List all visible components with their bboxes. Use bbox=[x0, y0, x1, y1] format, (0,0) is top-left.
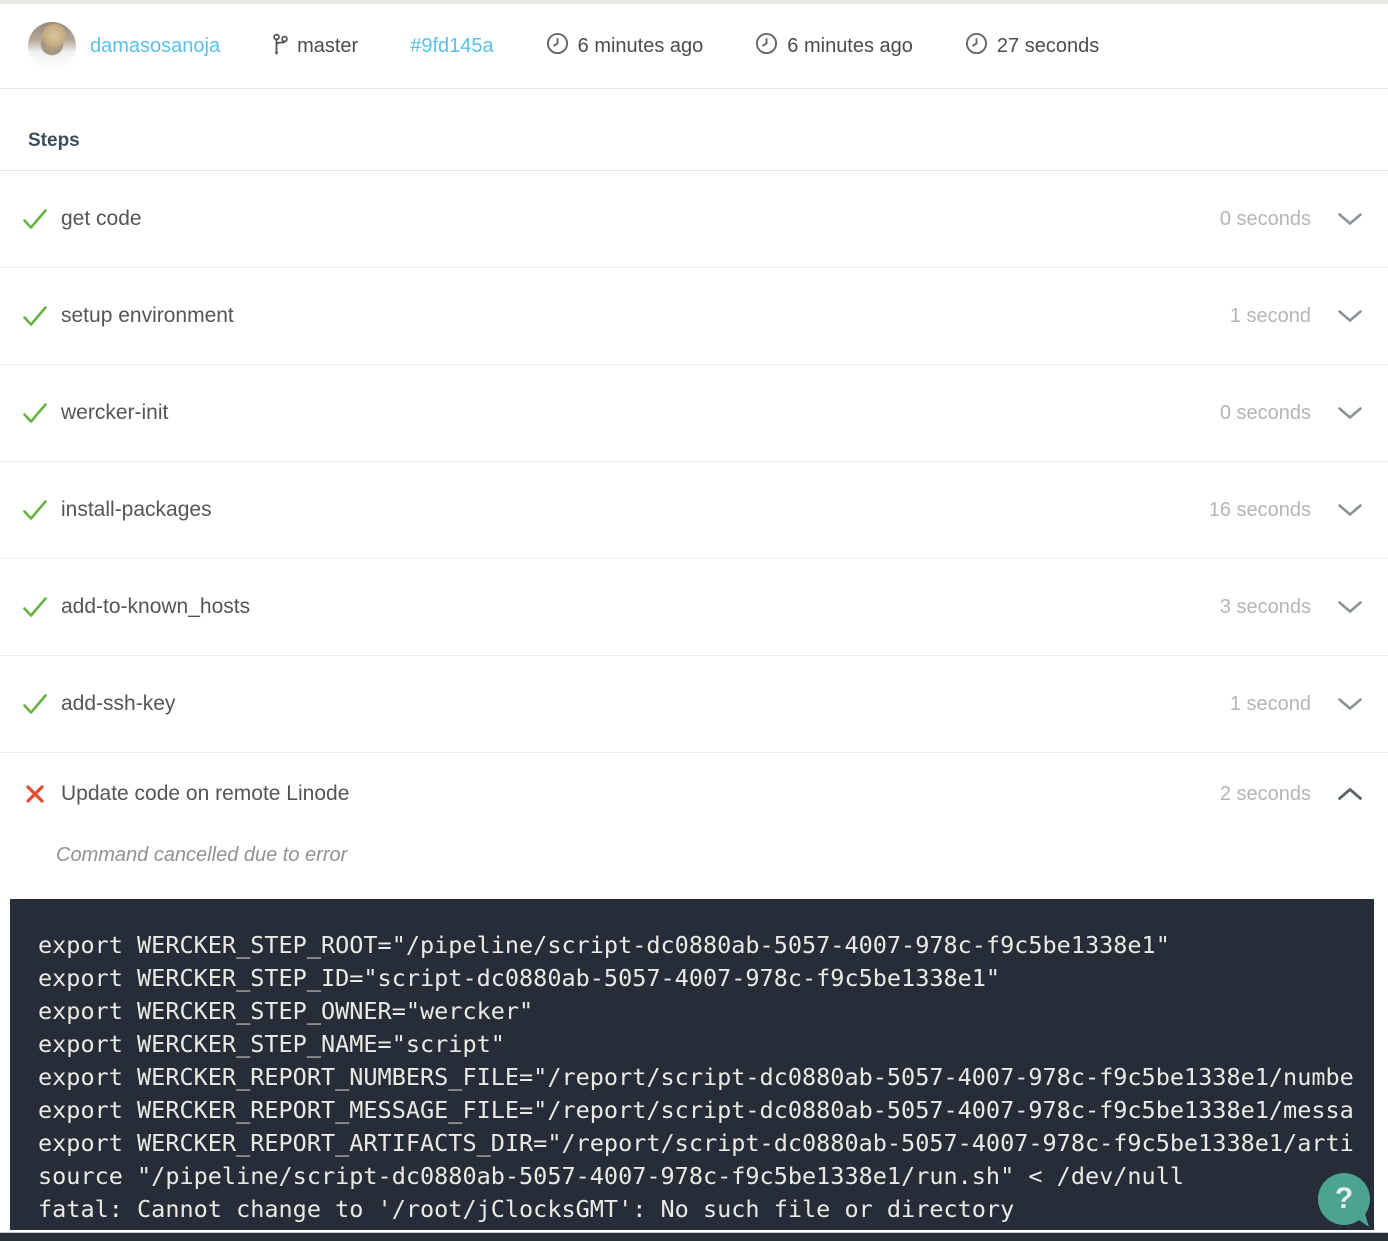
console-line: export WERCKER_STEP_NAME="script" bbox=[38, 1028, 1374, 1061]
console-line: export WERCKER_STEP_ID="script-dc0880ab-… bbox=[38, 962, 1374, 995]
step-row[interactable]: add-to-known_hosts 3 seconds bbox=[0, 559, 1388, 656]
chevron-up-icon[interactable] bbox=[1337, 787, 1363, 801]
success-check-icon bbox=[22, 499, 48, 521]
success-check-icon bbox=[22, 693, 48, 715]
chevron-down-icon[interactable] bbox=[1337, 503, 1363, 517]
finished-time: 6 minutes ago bbox=[755, 32, 913, 60]
step-row[interactable]: setup environment 1 second bbox=[0, 268, 1388, 365]
step-name: add-ssh-key bbox=[61, 692, 175, 716]
console-line: export WERCKER_REPORT_NUMBERS_FILE="/rep… bbox=[38, 1061, 1374, 1094]
clock-icon bbox=[965, 32, 988, 60]
username-link[interactable]: damasosanoja bbox=[90, 35, 220, 58]
step-duration: 0 seconds bbox=[1220, 402, 1311, 425]
steps-section-title: Steps bbox=[0, 89, 1388, 171]
commit-author[interactable]: damasosanoja bbox=[90, 35, 220, 58]
build-header: damasosanoja master #9fd145a bbox=[0, 4, 1388, 89]
step-duration: 3 seconds bbox=[1220, 596, 1311, 619]
step-name: Update code on remote Linode bbox=[61, 782, 349, 806]
step-duration: 1 second bbox=[1230, 693, 1311, 716]
created-time-label: 6 minutes ago bbox=[578, 35, 704, 58]
commit-hash-link[interactable]: #9fd145a bbox=[410, 35, 493, 58]
step-duration: 1 second bbox=[1230, 305, 1311, 328]
clock-icon bbox=[546, 32, 569, 60]
console-line: fatal: Cannot change to '/root/jClocksGM… bbox=[38, 1193, 1374, 1226]
clock-icon bbox=[755, 32, 778, 60]
branch-name: master bbox=[297, 35, 358, 58]
steps-list: get code 0 seconds setup environment 1 seco… bbox=[0, 171, 1388, 835]
failed-x-icon bbox=[22, 784, 48, 804]
build-page: damasosanoja master #9fd145a bbox=[0, 0, 1388, 1241]
step-row[interactable]: wercker-init 0 seconds bbox=[0, 365, 1388, 462]
total-duration: 27 seconds bbox=[965, 32, 1099, 60]
step-name: setup environment bbox=[61, 304, 234, 328]
bottom-bar bbox=[0, 1232, 1388, 1241]
step-row[interactable]: add-ssh-key 1 second bbox=[0, 656, 1388, 753]
console-line: source "/pipeline/script-dc0880ab-5057-4… bbox=[38, 1160, 1374, 1193]
question-mark-icon: ? bbox=[1335, 1182, 1353, 1216]
chevron-down-icon[interactable] bbox=[1337, 309, 1363, 323]
step-row[interactable]: Update code on remote Linode 2 seconds bbox=[0, 753, 1388, 835]
console-line: export WERCKER_REPORT_ARTIFACTS_DIR="/re… bbox=[38, 1127, 1374, 1160]
step-name: get code bbox=[61, 207, 142, 231]
chevron-down-icon[interactable] bbox=[1337, 406, 1363, 420]
chevron-down-icon[interactable] bbox=[1337, 212, 1363, 226]
success-check-icon bbox=[22, 402, 48, 424]
success-check-icon bbox=[22, 208, 48, 230]
step-duration: 0 seconds bbox=[1220, 208, 1311, 231]
git-branch-icon bbox=[272, 31, 288, 62]
step-duration: 2 seconds bbox=[1220, 783, 1311, 806]
finished-time-label: 6 minutes ago bbox=[787, 35, 913, 58]
avatar[interactable] bbox=[28, 22, 76, 70]
success-check-icon bbox=[22, 305, 48, 327]
step-name: wercker-init bbox=[61, 401, 168, 425]
chevron-down-icon[interactable] bbox=[1337, 600, 1363, 614]
branch-info: master bbox=[272, 31, 358, 62]
step-row[interactable]: get code 0 seconds bbox=[0, 171, 1388, 268]
commit-info[interactable]: #9fd145a bbox=[410, 35, 493, 58]
created-time: 6 minutes ago bbox=[546, 32, 704, 60]
step-row[interactable]: install-packages 16 seconds bbox=[0, 462, 1388, 559]
chevron-down-icon[interactable] bbox=[1337, 697, 1363, 711]
help-button[interactable]: ? bbox=[1318, 1173, 1370, 1225]
success-check-icon bbox=[22, 596, 48, 618]
console-output[interactable]: export WERCKER_STEP_ROOT="/pipeline/scri… bbox=[10, 899, 1374, 1230]
step-error-note: Command cancelled due to error bbox=[56, 841, 1388, 875]
step-duration: 16 seconds bbox=[1209, 499, 1311, 522]
total-duration-label: 27 seconds bbox=[997, 35, 1099, 58]
console-line: export WERCKER_STEP_ROOT="/pipeline/scri… bbox=[38, 929, 1374, 962]
step-name: add-to-known_hosts bbox=[61, 595, 250, 619]
console-line: export WERCKER_REPORT_MESSAGE_FILE="/rep… bbox=[38, 1094, 1374, 1127]
console-line: export WERCKER_STEP_OWNER="wercker" bbox=[38, 995, 1374, 1028]
step-name: install-packages bbox=[61, 498, 212, 522]
